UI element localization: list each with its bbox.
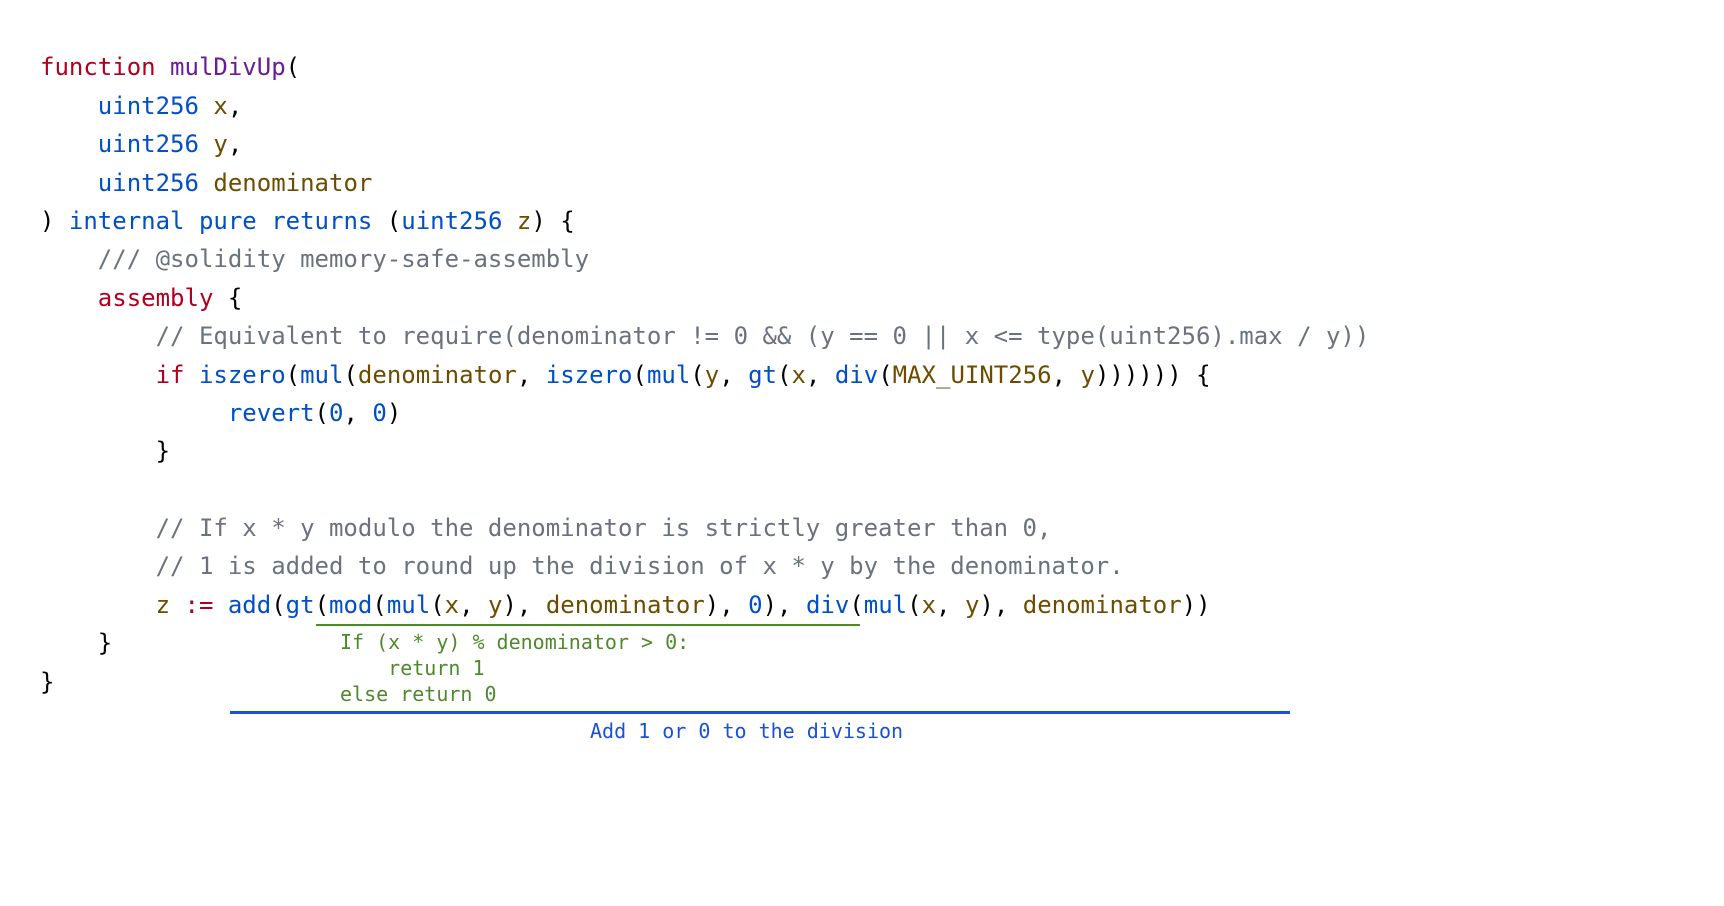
line-7: assembly { (40, 284, 242, 312)
line-8: // Equivalent to require(denominator != … (40, 322, 1369, 350)
blue-underline (230, 711, 1290, 714)
line-3: uint256 y, (40, 130, 242, 158)
line-6: /// @solidity memory-safe-assembly (40, 245, 589, 273)
line-15: z := add(gt(mod(mul(x, y), denominator),… (40, 591, 1211, 619)
code-block: function mulDivUp( uint256 x, uint256 y,… (0, 0, 1724, 721)
line-9: if iszero(mul(denominator, iszero(mul(y,… (40, 361, 1211, 389)
green-underline (316, 624, 860, 626)
line-17: } (40, 668, 54, 696)
line-1: function mulDivUp( (40, 53, 300, 81)
green-annotation-text: If (x * y) % denominator > 0: return 1 e… (340, 629, 689, 707)
line-5: ) internal pure returns (uint256 z) { (40, 207, 575, 235)
blue-annotation-text: Add 1 or 0 to the division (590, 715, 903, 747)
line-16: } (40, 629, 112, 657)
line-11: } (40, 437, 170, 465)
line-2: uint256 x, (40, 92, 242, 120)
line-4: uint256 denominator (40, 169, 372, 197)
line-10: revert(0, 0) (40, 399, 401, 427)
line-13: // If x * y modulo the denominator is st… (40, 514, 1051, 542)
line-14: // 1 is added to round up the division o… (40, 552, 1124, 580)
